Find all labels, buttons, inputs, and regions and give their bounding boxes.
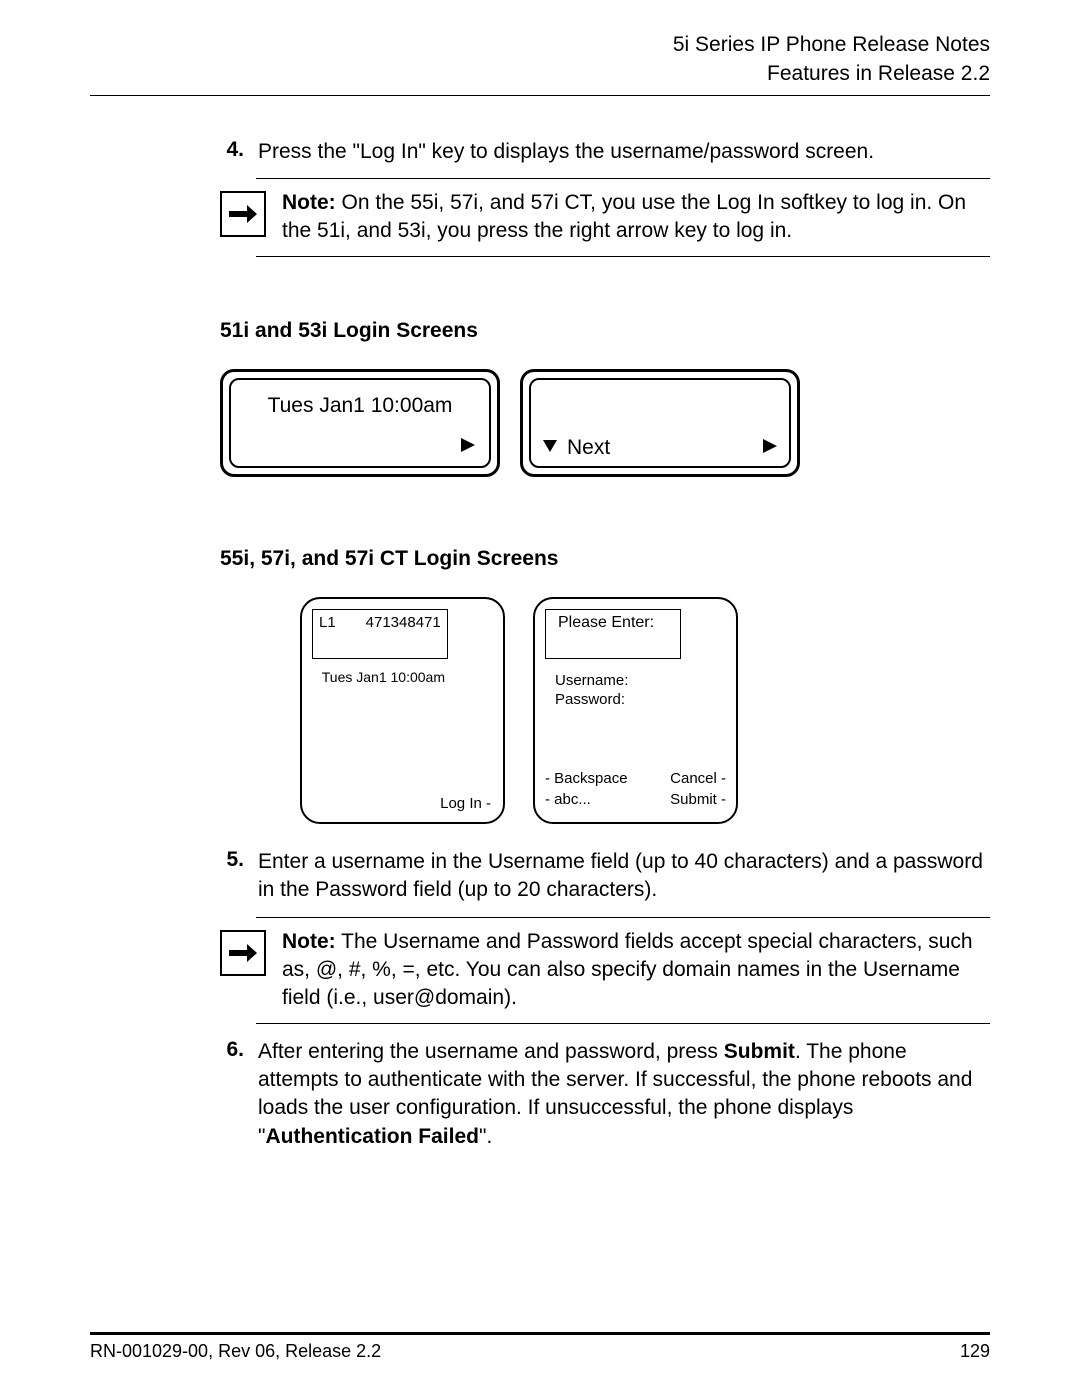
note2-top-rule	[256, 917, 990, 918]
header: 5i Series IP Phone Release Notes Feature…	[90, 30, 990, 89]
page: 5i Series IP Phone Release Notes Feature…	[0, 0, 1080, 1388]
screen-51-right-inner: Next	[529, 378, 791, 468]
step-5: 5. Enter a username in the Username fiel…	[220, 848, 990, 905]
screen-55b-title-box: Please Enter:	[545, 609, 681, 659]
down-arrow-icon	[541, 436, 559, 460]
screen-51-right: Next	[520, 369, 800, 477]
next-label-group: Next	[541, 436, 610, 460]
note2-bottom-rule	[256, 1023, 990, 1024]
note-2-text: Note: The Username and Password fields a…	[282, 928, 990, 1013]
step-6-authfail: Authentication Failed	[265, 1125, 479, 1148]
footer-rule	[90, 1332, 990, 1335]
step-4-number: 4.	[220, 138, 244, 166]
note-1-body: On the 55i, 57i, and 57i CT, you use the…	[282, 191, 966, 242]
screen-55-time: Tues Jan1 10:00am	[312, 669, 493, 685]
right-arrow-icon-2	[761, 437, 779, 460]
note-2-label: Note:	[282, 930, 336, 953]
login-screens-51-53: Tues Jan1 10:00am Next	[220, 369, 990, 477]
note-2: Note: The Username and Password fields a…	[220, 928, 990, 1013]
note-2-body: The Username and Password fields accept …	[282, 930, 973, 1010]
screen-55b-fields: Username: Password:	[555, 671, 726, 710]
step-6: 6. After entering the username and passw…	[220, 1038, 990, 1151]
step-6-text3: ".	[479, 1125, 492, 1148]
subheading-55-57: 55i, 57i, and 57i CT Login Screens	[220, 547, 990, 571]
step-6-text1: After entering the username and password…	[258, 1040, 724, 1063]
next-text: Next	[567, 436, 610, 460]
note-1-text: Note: On the 55i, 57i, and 57i CT, you u…	[282, 189, 990, 246]
note-1-label: Note:	[282, 191, 336, 214]
screen-55b-softkeys: - Backspace Cancel - - abc... Submit -	[545, 770, 726, 812]
step-6-submit: Submit	[724, 1040, 795, 1063]
arrow-right-icon-2	[220, 930, 266, 976]
note-1: Note: On the 55i, 57i, and 57i CT, you u…	[220, 189, 990, 246]
login-screens-55-57: L1 471348471 Tues Jan1 10:00am Log In - …	[300, 597, 990, 824]
screen-51-time: Tues Jan1 10:00am	[243, 394, 477, 418]
screen-55-line: L1	[319, 614, 336, 654]
cancel-softkey: Cancel -	[670, 770, 726, 787]
right-arrow-icon	[243, 434, 477, 460]
subheading-51-53: 51i and 53i Login Screens	[220, 319, 990, 343]
screen-51-left-inner: Tues Jan1 10:00am	[229, 378, 491, 468]
username-label: Username:	[555, 671, 726, 691]
screen-55-login-softkey: Log In -	[440, 795, 491, 812]
screen-55-right: Please Enter: Username: Password: - Back…	[533, 597, 738, 824]
backspace-softkey: - Backspace	[545, 770, 628, 787]
submit-softkey: Submit -	[670, 791, 726, 808]
step-6-text: After entering the username and password…	[258, 1038, 990, 1151]
note1-top-rule	[256, 178, 990, 179]
header-rule	[90, 95, 990, 96]
step-4-text: Press the "Log In" key to displays the u…	[258, 138, 990, 166]
footer-page-number: 129	[960, 1341, 990, 1362]
arrow-right-icon	[220, 191, 266, 237]
step-5-number: 5.	[220, 848, 244, 905]
password-label: Password:	[555, 690, 726, 710]
screen-55-number: 471348471	[366, 614, 441, 654]
screen-51-left: Tues Jan1 10:00am	[220, 369, 500, 477]
step-4: 4. Press the "Log In" key to displays th…	[220, 138, 990, 166]
screen-55b-please: Please Enter:	[558, 614, 654, 630]
step-5-text: Enter a username in the Username field (…	[258, 848, 990, 905]
step-6-number: 6.	[220, 1038, 244, 1151]
header-line1: 5i Series IP Phone Release Notes	[90, 30, 990, 59]
abc-softkey: - abc...	[545, 791, 591, 808]
note1-bottom-rule	[256, 256, 990, 257]
screen-55-line-box: L1 471348471	[312, 609, 448, 659]
screen-55-left: L1 471348471 Tues Jan1 10:00am Log In -	[300, 597, 505, 824]
header-line2: Features in Release 2.2	[90, 59, 990, 88]
footer: RN-001029-00, Rev 06, Release 2.2 129	[90, 1328, 990, 1362]
content: 4. Press the "Log In" key to displays th…	[90, 138, 990, 1151]
footer-left: RN-001029-00, Rev 06, Release 2.2	[90, 1341, 381, 1362]
